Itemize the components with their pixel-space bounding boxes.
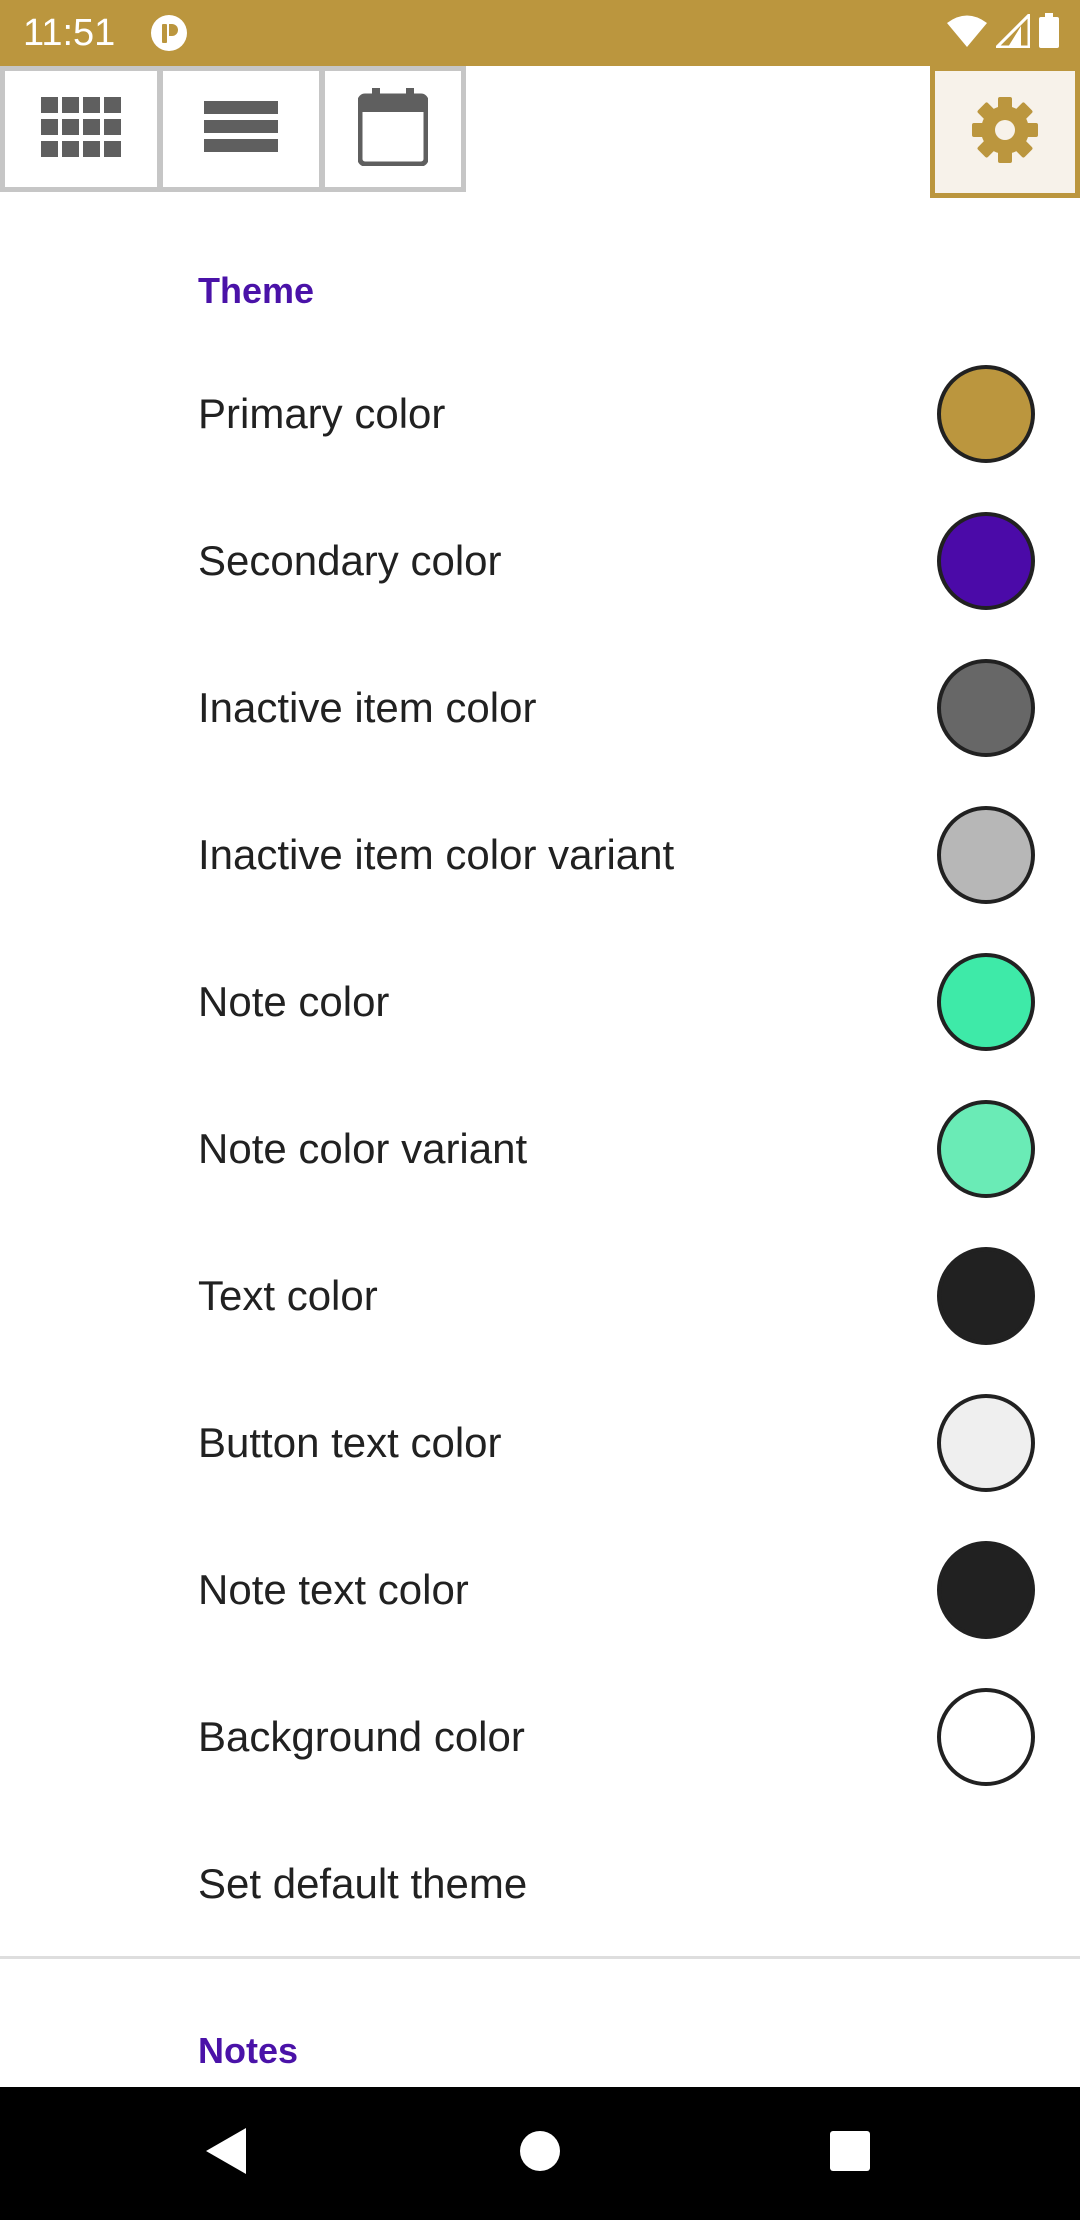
app-notification-icon — [150, 14, 188, 52]
theme-color-label: Note color — [198, 977, 390, 1025]
set-default-theme-item[interactable]: Set default theme — [0, 1810, 1080, 1957]
theme-color-item[interactable]: Note color — [0, 928, 1080, 1075]
home-button[interactable] — [494, 2107, 586, 2199]
theme-color-item[interactable]: Note text color — [0, 1516, 1080, 1663]
view-toolbar — [0, 66, 1080, 198]
color-swatch[interactable] — [937, 805, 1035, 904]
theme-color-label: Note color variant — [198, 1124, 528, 1172]
theme-color-item[interactable]: Note color variant — [0, 1075, 1080, 1222]
color-swatch[interactable] — [937, 1687, 1035, 1786]
theme-color-label: Text color — [198, 1271, 378, 1319]
set-default-theme-label: Set default theme — [198, 1859, 528, 1907]
theme-color-label: Inactive item color variant — [198, 830, 675, 878]
status-icons — [946, 10, 1060, 54]
color-swatch[interactable] — [937, 1246, 1035, 1345]
theme-color-label: Primary color — [198, 389, 446, 437]
theme-section-title: Theme — [198, 270, 315, 311]
calendar-icon — [357, 87, 429, 171]
theme-color-label: Button text color — [198, 1418, 502, 1466]
signal-icon — [993, 10, 1031, 53]
status-bar: 11:51 — [0, 0, 1080, 66]
theme-color-item[interactable]: Primary color — [0, 340, 1080, 487]
recents-square-icon — [829, 2130, 871, 2177]
wifi-icon — [946, 14, 988, 53]
theme-color-item[interactable]: Secondary color — [0, 487, 1080, 634]
gear-icon — [970, 95, 1040, 170]
home-circle-icon — [518, 2129, 562, 2178]
theme-color-label: Background color — [198, 1712, 525, 1760]
color-swatch[interactable] — [937, 1099, 1035, 1198]
color-swatch[interactable] — [937, 1540, 1035, 1639]
navigation-bar — [0, 2087, 1080, 2220]
theme-color-label: Inactive item color — [198, 683, 537, 731]
notes-section-title: Notes — [198, 2030, 299, 2071]
calendar-view-button[interactable] — [320, 66, 466, 192]
list-view-button[interactable] — [158, 66, 324, 192]
color-swatch[interactable] — [937, 1393, 1035, 1492]
theme-color-item[interactable]: Background color — [0, 1663, 1080, 1810]
status-time: 11:51 — [23, 12, 116, 54]
color-swatch[interactable] — [937, 511, 1035, 610]
theme-color-label: Secondary color — [198, 536, 502, 584]
back-button[interactable] — [180, 2107, 272, 2199]
settings-button[interactable] — [930, 66, 1080, 198]
back-triangle-icon — [204, 2126, 248, 2181]
recents-button[interactable] — [804, 2107, 896, 2199]
theme-color-item[interactable]: Inactive item color variant — [0, 781, 1080, 928]
battery-icon — [1038, 12, 1060, 54]
grid-view-button[interactable] — [0, 66, 162, 192]
theme-color-item[interactable]: Inactive item color — [0, 634, 1080, 781]
grid-icon — [41, 96, 121, 162]
color-swatch[interactable] — [937, 952, 1035, 1051]
section-divider — [0, 1956, 1080, 1959]
list-icon — [204, 100, 278, 158]
color-swatch[interactable] — [937, 364, 1035, 463]
color-swatch[interactable] — [937, 658, 1035, 757]
theme-color-label: Note text color — [198, 1565, 469, 1613]
theme-color-item[interactable]: Text color — [0, 1222, 1080, 1369]
theme-color-item[interactable]: Button text color — [0, 1369, 1080, 1516]
